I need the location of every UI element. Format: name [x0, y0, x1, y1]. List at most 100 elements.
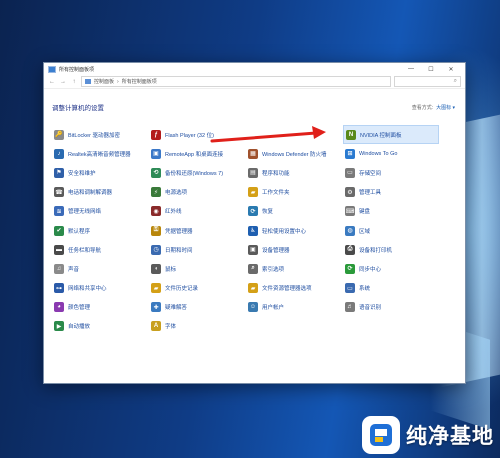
- close-button[interactable]: ✕: [441, 66, 461, 73]
- search-input[interactable]: ⌕: [394, 76, 461, 87]
- control-panel-item[interactable]: ▰ 工作文件夹: [246, 183, 342, 202]
- breadcrumb-all-items[interactable]: 所有控制面板项: [122, 78, 157, 85]
- search-icon: ⌕: [453, 78, 457, 84]
- control-panel-item[interactable]: ☺ 用户帐户: [246, 298, 342, 317]
- control-panel-item[interactable]: ▣ RemoteApp 和桌面连接: [149, 144, 245, 163]
- taskbar-icon: ▬: [54, 244, 64, 255]
- control-panel-item[interactable]: ⚿ 凭据管理器: [149, 221, 245, 240]
- back-button[interactable]: ←: [48, 79, 56, 85]
- network-icon: ⊶: [54, 283, 64, 294]
- empty-cell: [246, 125, 342, 144]
- bitlocker-icon: 🔑: [54, 129, 64, 140]
- control-panel-item[interactable]: ◖ 鼠标: [149, 259, 245, 278]
- control-panel-item[interactable]: ♿ 轻松使用设置中心: [246, 221, 342, 240]
- control-panel-item-label: 区域: [359, 228, 371, 235]
- sync-icon: ⟳: [345, 263, 355, 274]
- view-by: 查看方式: 大图标 ▾: [412, 104, 455, 111]
- control-panel-item[interactable]: ƒ Flash Player (32 位): [149, 125, 245, 144]
- control-panel-item[interactable]: ⟳ 恢复: [246, 202, 342, 221]
- file-history-icon: ▰: [151, 283, 161, 294]
- control-panel-item-label: 默认程序: [68, 228, 91, 235]
- admin-tools-icon: ⚙: [345, 187, 355, 198]
- work-folders-icon: ▰: [248, 187, 258, 198]
- control-panel-item[interactable]: 🔑 BitLocker 驱动器加密: [52, 125, 148, 144]
- control-panel-item[interactable]: ⚡ 电源选项: [149, 183, 245, 202]
- control-panel-item[interactable]: ⎙ 设备和打印机: [343, 240, 439, 259]
- window-title: 所有控制面板项: [59, 66, 95, 73]
- control-panel-item-label: 日期和时间: [165, 247, 193, 254]
- printer-icon: ⎙: [345, 244, 355, 255]
- control-panel-item[interactable]: ✔ 默认程序: [52, 221, 148, 240]
- control-panel-items: 🔑 BitLocker 驱动器加密 ƒ Flash Player (32 位) N NVI…: [52, 125, 452, 336]
- control-panel-item[interactable]: ♫ 声音: [52, 259, 148, 278]
- maximize-button[interactable]: ☐: [421, 66, 441, 73]
- control-panel-item[interactable]: ≋ 管理无线网络: [52, 202, 148, 221]
- control-panel-item-label: 恢复: [262, 209, 274, 216]
- control-panel-item[interactable]: ◕ 颜色管理: [52, 298, 148, 317]
- control-panel-item-label: 轻松使用设置中心: [262, 228, 307, 235]
- control-panel-item-label: BitLocker 驱动器加密: [68, 132, 120, 139]
- control-panel-item[interactable]: ▦ Windows Defender 防火墙: [246, 144, 342, 163]
- control-panel-item-label: 电话和调制解调器: [68, 190, 113, 197]
- control-panel-item[interactable]: ▭ 系统: [343, 279, 439, 298]
- fonts-icon: A: [151, 321, 161, 332]
- control-panel-item[interactable]: N NVIDIA 控制面板: [343, 125, 439, 145]
- control-panel-item[interactable]: ♬ 语音识别: [343, 298, 439, 317]
- control-panel-item[interactable]: ⟲ 备份和还原(Windows 7): [149, 163, 245, 182]
- control-panel-item-label: 鼠标: [165, 266, 177, 273]
- control-panel-item-label: Windows To Go: [359, 150, 398, 157]
- control-panel-item-label: 管理工具: [359, 190, 382, 197]
- control-panel-item[interactable]: ▰ 文件历史记录: [149, 279, 245, 298]
- control-panel-item[interactable]: ♪ Realtek高清晰音频管理器: [52, 144, 148, 163]
- device-manager-icon: ▣: [248, 244, 258, 255]
- breadcrumb-control-panel[interactable]: 控制面板: [94, 78, 114, 85]
- ease-of-access-icon: ♿: [248, 225, 258, 236]
- control-panel-item-label: 设备管理器: [262, 247, 290, 254]
- control-panel-item-label: 语音识别: [359, 305, 382, 312]
- control-panel-item[interactable]: ⌨ 键盘: [343, 202, 439, 221]
- credential-icon: ⚿: [151, 225, 161, 236]
- control-panel-item-label: 同步中心: [359, 266, 382, 273]
- control-panel-item[interactable]: ▬ 任务栏和导航: [52, 240, 148, 259]
- power-icon: ⚡: [151, 187, 161, 198]
- control-panel-item[interactable]: ⌕ 索引选项: [246, 259, 342, 278]
- content-header: 调整计算机的设置 查看方式: 大图标 ▾: [52, 101, 455, 113]
- control-panel-item[interactable]: ▣ 设备管理器: [246, 240, 342, 259]
- address-bar: ← → ↑ 控制面板 › 所有控制面板项 ⌕: [44, 75, 465, 89]
- control-panel-item-label: 文件历史记录: [165, 286, 199, 293]
- keyboard-icon: ⌨: [345, 206, 355, 217]
- speech-icon: ♬: [345, 302, 355, 313]
- forward-button[interactable]: →: [59, 79, 67, 85]
- control-panel-item[interactable]: ▰ 文件资源管理器选项: [246, 279, 342, 298]
- control-panel-item[interactable]: ◉ 红外线: [149, 202, 245, 221]
- control-panel-item-label: 索引选项: [262, 266, 285, 273]
- control-panel-item[interactable]: ☎ 电话和调制解调器: [52, 183, 148, 202]
- control-panel-item[interactable]: ⊞ Windows To Go: [343, 144, 439, 163]
- control-panel-item[interactable]: ▤ 程序和功能: [246, 163, 342, 182]
- control-panel-item[interactable]: ⊶ 网络和共享中心: [52, 279, 148, 298]
- control-panel-item[interactable]: ▭ 存储空间: [343, 163, 439, 182]
- control-panel-item[interactable]: ▶ 自动播放: [52, 317, 148, 336]
- control-panel-item[interactable]: ◍ 区域: [343, 221, 439, 240]
- up-button[interactable]: ↑: [70, 79, 78, 85]
- wireless-icon: ≋: [54, 206, 64, 217]
- title-bar: 所有控制面板项 — ☐ ✕: [44, 63, 465, 75]
- indexing-icon: ⌕: [248, 263, 258, 274]
- control-panel-item-label: 自动播放: [68, 324, 91, 331]
- control-panel-item[interactable]: ◷ 日期和时间: [149, 240, 245, 259]
- minimize-button[interactable]: —: [401, 66, 421, 72]
- flash-icon: ƒ: [151, 129, 161, 140]
- breadcrumb[interactable]: 控制面板 › 所有控制面板项: [81, 76, 391, 87]
- region-icon: ◍: [345, 225, 355, 236]
- control-panel-item-label: 键盘: [359, 209, 371, 216]
- clock-icon: ◷: [151, 244, 161, 255]
- control-panel-item[interactable]: A 字体: [149, 317, 245, 336]
- view-by-dropdown[interactable]: 大图标 ▾: [436, 104, 455, 111]
- backup-icon: ⟲: [151, 167, 161, 178]
- control-panel-item[interactable]: ✚ 疑难解答: [149, 298, 245, 317]
- control-panel-item[interactable]: ⟳ 同步中心: [343, 259, 439, 278]
- control-panel-item[interactable]: ⚙ 管理工具: [343, 183, 439, 202]
- control-panel-item-label: 系统: [359, 286, 371, 293]
- recovery-icon: ⟳: [248, 206, 258, 217]
- control-panel-item[interactable]: ⚑ 安全和维护: [52, 163, 148, 182]
